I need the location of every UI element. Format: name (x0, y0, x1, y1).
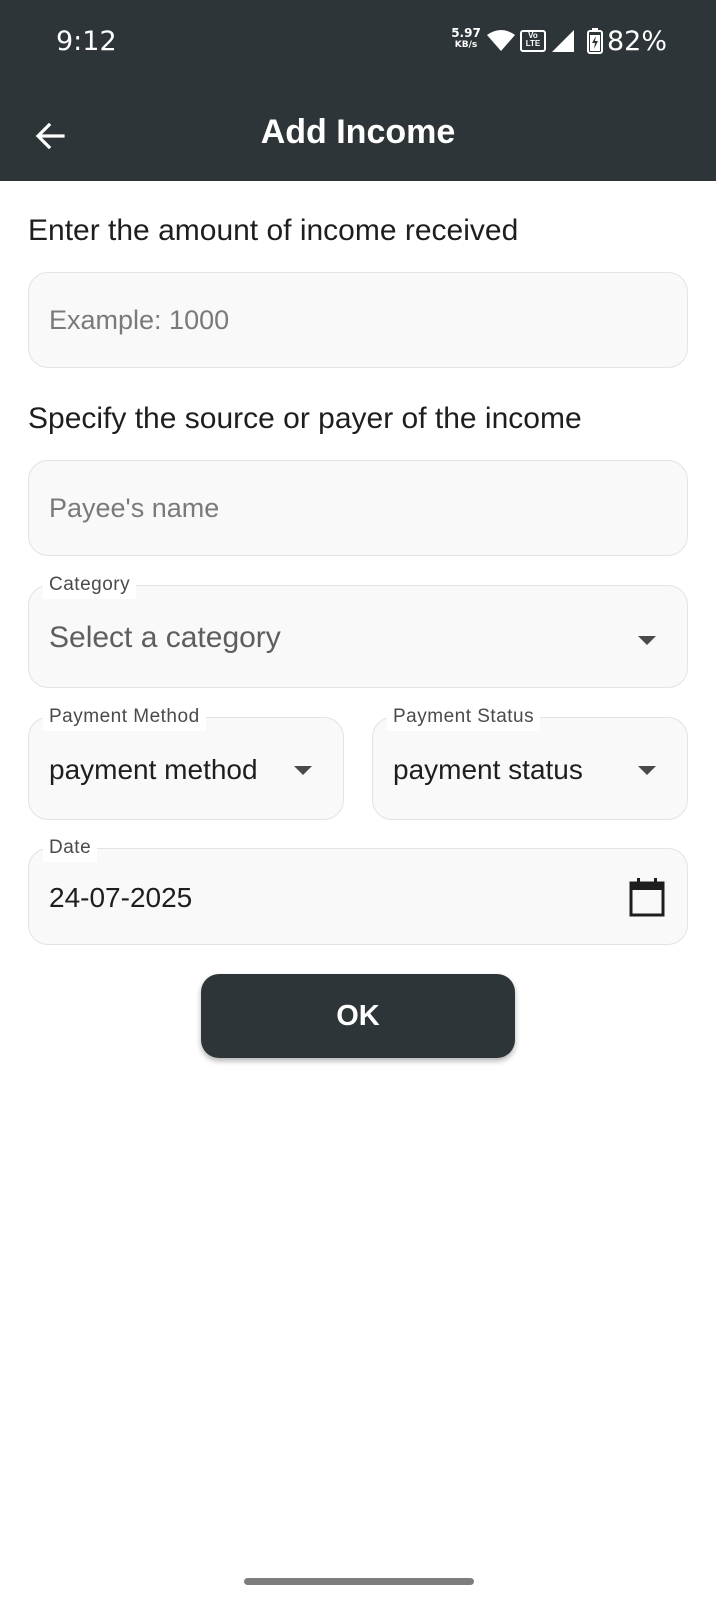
network-speed-value: 5.97 (451, 26, 481, 40)
chevron-down-icon (294, 766, 312, 775)
payee-input[interactable] (49, 492, 687, 524)
chevron-down-icon (638, 766, 656, 775)
ok-button[interactable]: OK (201, 974, 515, 1058)
arrow-left-icon (35, 123, 65, 149)
payment-method-dropdown[interactable]: Payment Method payment method (28, 703, 344, 820)
payment-status-dropdown[interactable]: Payment Status payment status (372, 703, 688, 820)
status-bar: 9:12 5.97 KB/s Vo LTE 82% (0, 0, 716, 90)
wifi-icon (487, 30, 515, 57)
category-dropdown[interactable]: Category Select a category (28, 571, 688, 688)
amount-label: Enter the amount of income received (28, 214, 519, 247)
date-field[interactable]: Date 24-07-2025 (28, 834, 688, 945)
payment-status-label: Payment Status (387, 703, 541, 731)
source-label: Specify the source or payer of the incom… (28, 402, 582, 435)
category-value: Select a category (49, 621, 281, 654)
payment-method-label: Payment Method (43, 703, 206, 731)
amount-input[interactable] (49, 304, 687, 336)
battery-percent: 82% (607, 26, 668, 57)
network-speed: 5.97 KB/s (446, 27, 486, 50)
chevron-down-icon (638, 636, 656, 645)
page-title: Add Income (260, 113, 456, 151)
app-bar: Add Income (0, 90, 716, 181)
status-time: 9:12 (56, 26, 117, 57)
calendar-icon[interactable] (629, 877, 665, 922)
amount-field[interactable] (28, 272, 688, 368)
date-label: Date (43, 834, 98, 862)
volte-bottom-label: LTE (525, 39, 541, 48)
volte-icon: Vo LTE (520, 30, 546, 52)
payment-method-value: payment method (49, 754, 258, 785)
payee-field[interactable] (28, 460, 688, 556)
category-label: Category (43, 571, 137, 599)
date-value: 24-07-2025 (49, 882, 193, 913)
payment-status-value: payment status (393, 754, 583, 785)
signal-icon (552, 30, 574, 57)
network-speed-unit: KB/s (454, 40, 478, 50)
gesture-nav-handle[interactable] (244, 1578, 474, 1585)
battery-charging-icon (587, 28, 603, 59)
back-button[interactable] (30, 116, 70, 156)
